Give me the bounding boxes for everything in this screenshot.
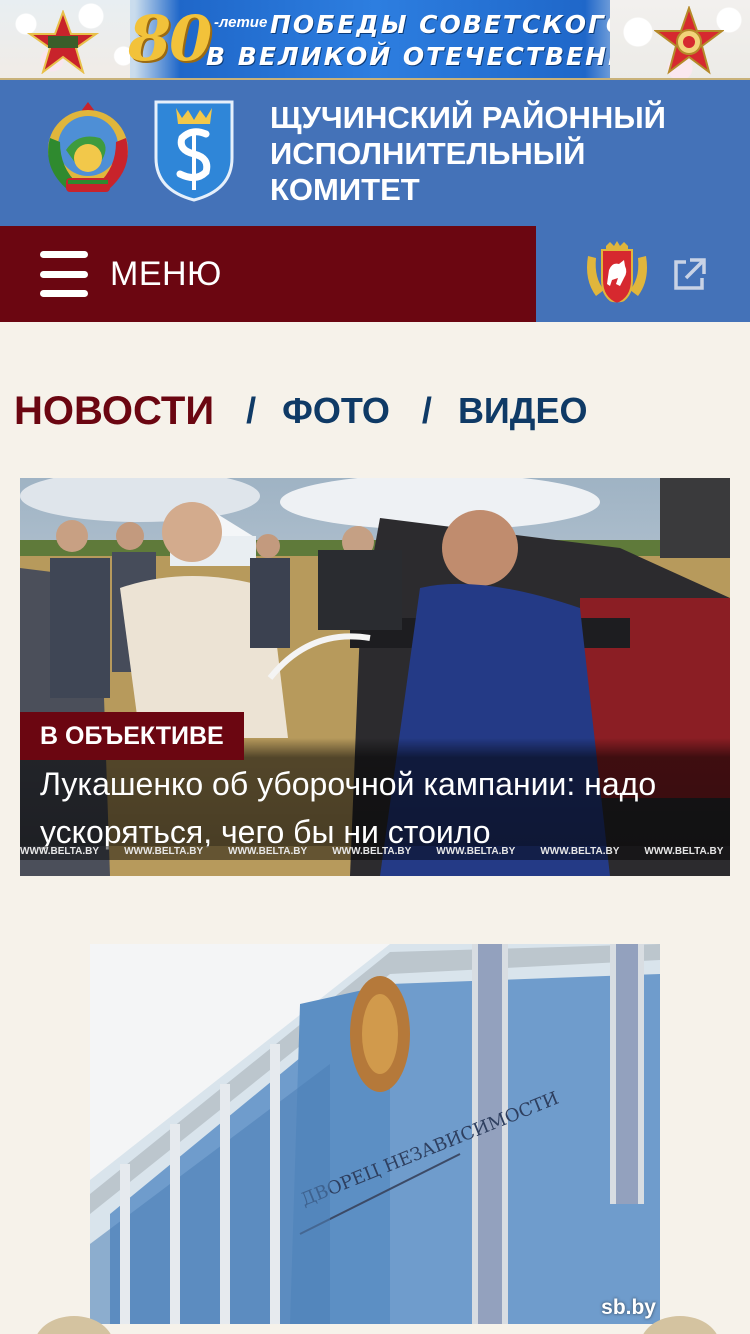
banner-suffix: -летие	[214, 14, 268, 31]
category-badge[interactable]: В ОБЪЕКТИВЕ	[20, 712, 244, 760]
organization-title: ЩУЧИНСКИЙ РАЙОННЫЙ ИСПОЛНИТЕЛЬНЫЙ КОМИТЕ…	[270, 100, 740, 208]
watermark-text: WWW.BELTA.BY WWW.BELTA.BY WWW.BELTA.BY W…	[20, 846, 724, 857]
victory-star-icon	[26, 10, 100, 74]
title-line-3: КОМИТЕТ	[270, 172, 420, 207]
order-star-icon	[654, 6, 724, 75]
title-line-1: ЩУЧИНСКИЙ РАЙОННЫЙ	[270, 100, 666, 135]
site-header: ЩУЧИНСКИЙ РАЙОННЫЙ ИСПОЛНИТЕЛЬНЫЙ КОМИТЕ…	[0, 80, 750, 226]
tab-video[interactable]: ВИДЕО	[458, 390, 588, 432]
hamburger-icon	[40, 251, 88, 297]
grodno-region-coat-icon[interactable]	[582, 240, 652, 308]
banner-number: 80	[128, 2, 212, 75]
news-card-secondary[interactable]: ДВОРЕЦ НЕЗАВИСИМОСТИ sb.by	[90, 944, 660, 1324]
anniversary-banner[interactable]: 80 -летие ПОБЕДЫ СОВЕТСКОГО НАРОДА В ВЕЛ…	[0, 0, 750, 80]
tab-separator: /	[246, 390, 257, 431]
region-bar	[536, 226, 750, 322]
photo-watermark: WWW.BELTA.BY WWW.BELTA.BY WWW.BELTA.BY W…	[20, 846, 730, 860]
menu-label: МЕНЮ	[110, 254, 222, 293]
tab-news[interactable]: НОВОСТИ	[14, 389, 214, 434]
tab-separator: /	[421, 390, 432, 431]
external-link-icon[interactable]	[670, 256, 708, 294]
menu-button[interactable]: МЕНЮ	[0, 226, 536, 322]
shchuchin-shield-icon[interactable]	[152, 98, 236, 202]
belarus-coat-of-arms-icon[interactable]	[38, 98, 138, 202]
news-card-featured[interactable]: В ОБЪЕКТИВЕ Лукашенко об уборочной кампа…	[20, 478, 730, 876]
title-line-2: ИСПОЛНИТЕЛЬНЫЙ	[270, 136, 586, 171]
photo-credit: sb.by	[601, 1296, 656, 1319]
tab-photo[interactable]: ФОТО	[282, 390, 390, 432]
news-headline[interactable]: Лукашенко об уборочной кампании: надо ус…	[40, 760, 720, 856]
content-tabs: НОВОСТИ / ФОТО / ВИДЕО	[14, 386, 587, 436]
news-photo-palace: ДВОРЕЦ НЕЗАВИСИМОСТИ	[90, 944, 660, 1324]
